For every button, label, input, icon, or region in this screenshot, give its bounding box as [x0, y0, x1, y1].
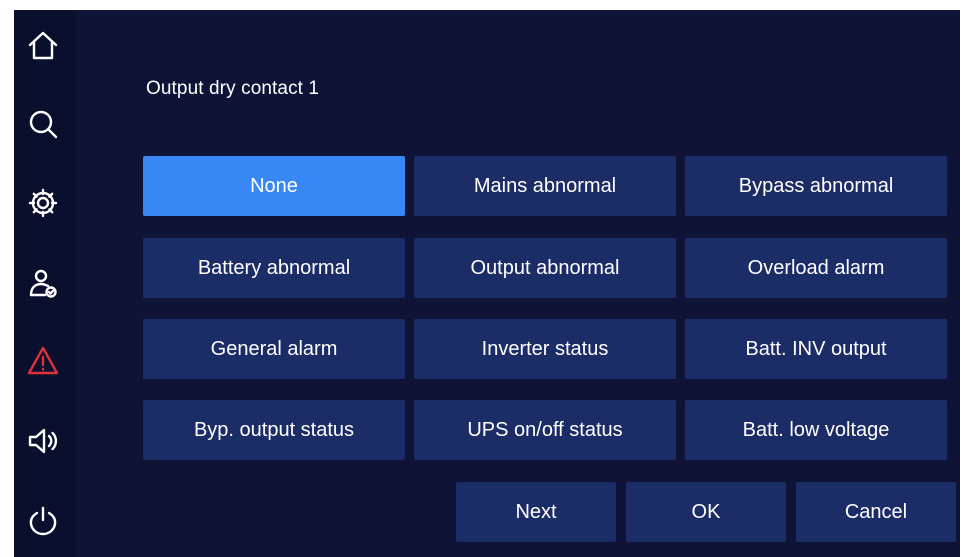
option-bypass-abnormal[interactable]: Bypass abnormal — [685, 156, 947, 216]
option-none[interactable]: None — [143, 156, 405, 216]
power-icon[interactable] — [21, 499, 65, 543]
sidebar — [14, 10, 76, 557]
option-byp-output-status[interactable]: Byp. output status — [143, 400, 405, 460]
page-title: Output dry contact 1 — [146, 78, 320, 99]
next-button[interactable]: Next — [456, 482, 616, 542]
option-batt-inv-output[interactable]: Batt. INV output — [685, 319, 947, 379]
search-icon[interactable] — [21, 102, 65, 146]
option-battery-abnormal[interactable]: Battery abnormal — [143, 238, 405, 298]
settings-gear-icon[interactable] — [21, 181, 65, 225]
option-batt-low-voltage[interactable]: Batt. low voltage — [685, 400, 947, 460]
option-output-abnormal[interactable]: Output abnormal — [414, 238, 676, 298]
option-inverter-status[interactable]: Inverter status — [414, 319, 676, 379]
cancel-button[interactable]: Cancel — [796, 482, 956, 542]
home-icon[interactable] — [21, 24, 65, 68]
warning-icon[interactable] — [21, 339, 65, 383]
option-ups-onoff-status[interactable]: UPS on/off status — [414, 400, 676, 460]
option-mains-abnormal[interactable]: Mains abnormal — [414, 156, 676, 216]
ok-button[interactable]: OK — [626, 482, 786, 542]
option-general-alarm[interactable]: General alarm — [143, 319, 405, 379]
option-overload-alarm[interactable]: Overload alarm — [685, 238, 947, 298]
dry-contact-screen: Output dry contact 1 None Mains abnormal… — [14, 10, 960, 557]
speaker-icon[interactable] — [21, 419, 65, 463]
user-check-icon[interactable] — [21, 261, 65, 305]
